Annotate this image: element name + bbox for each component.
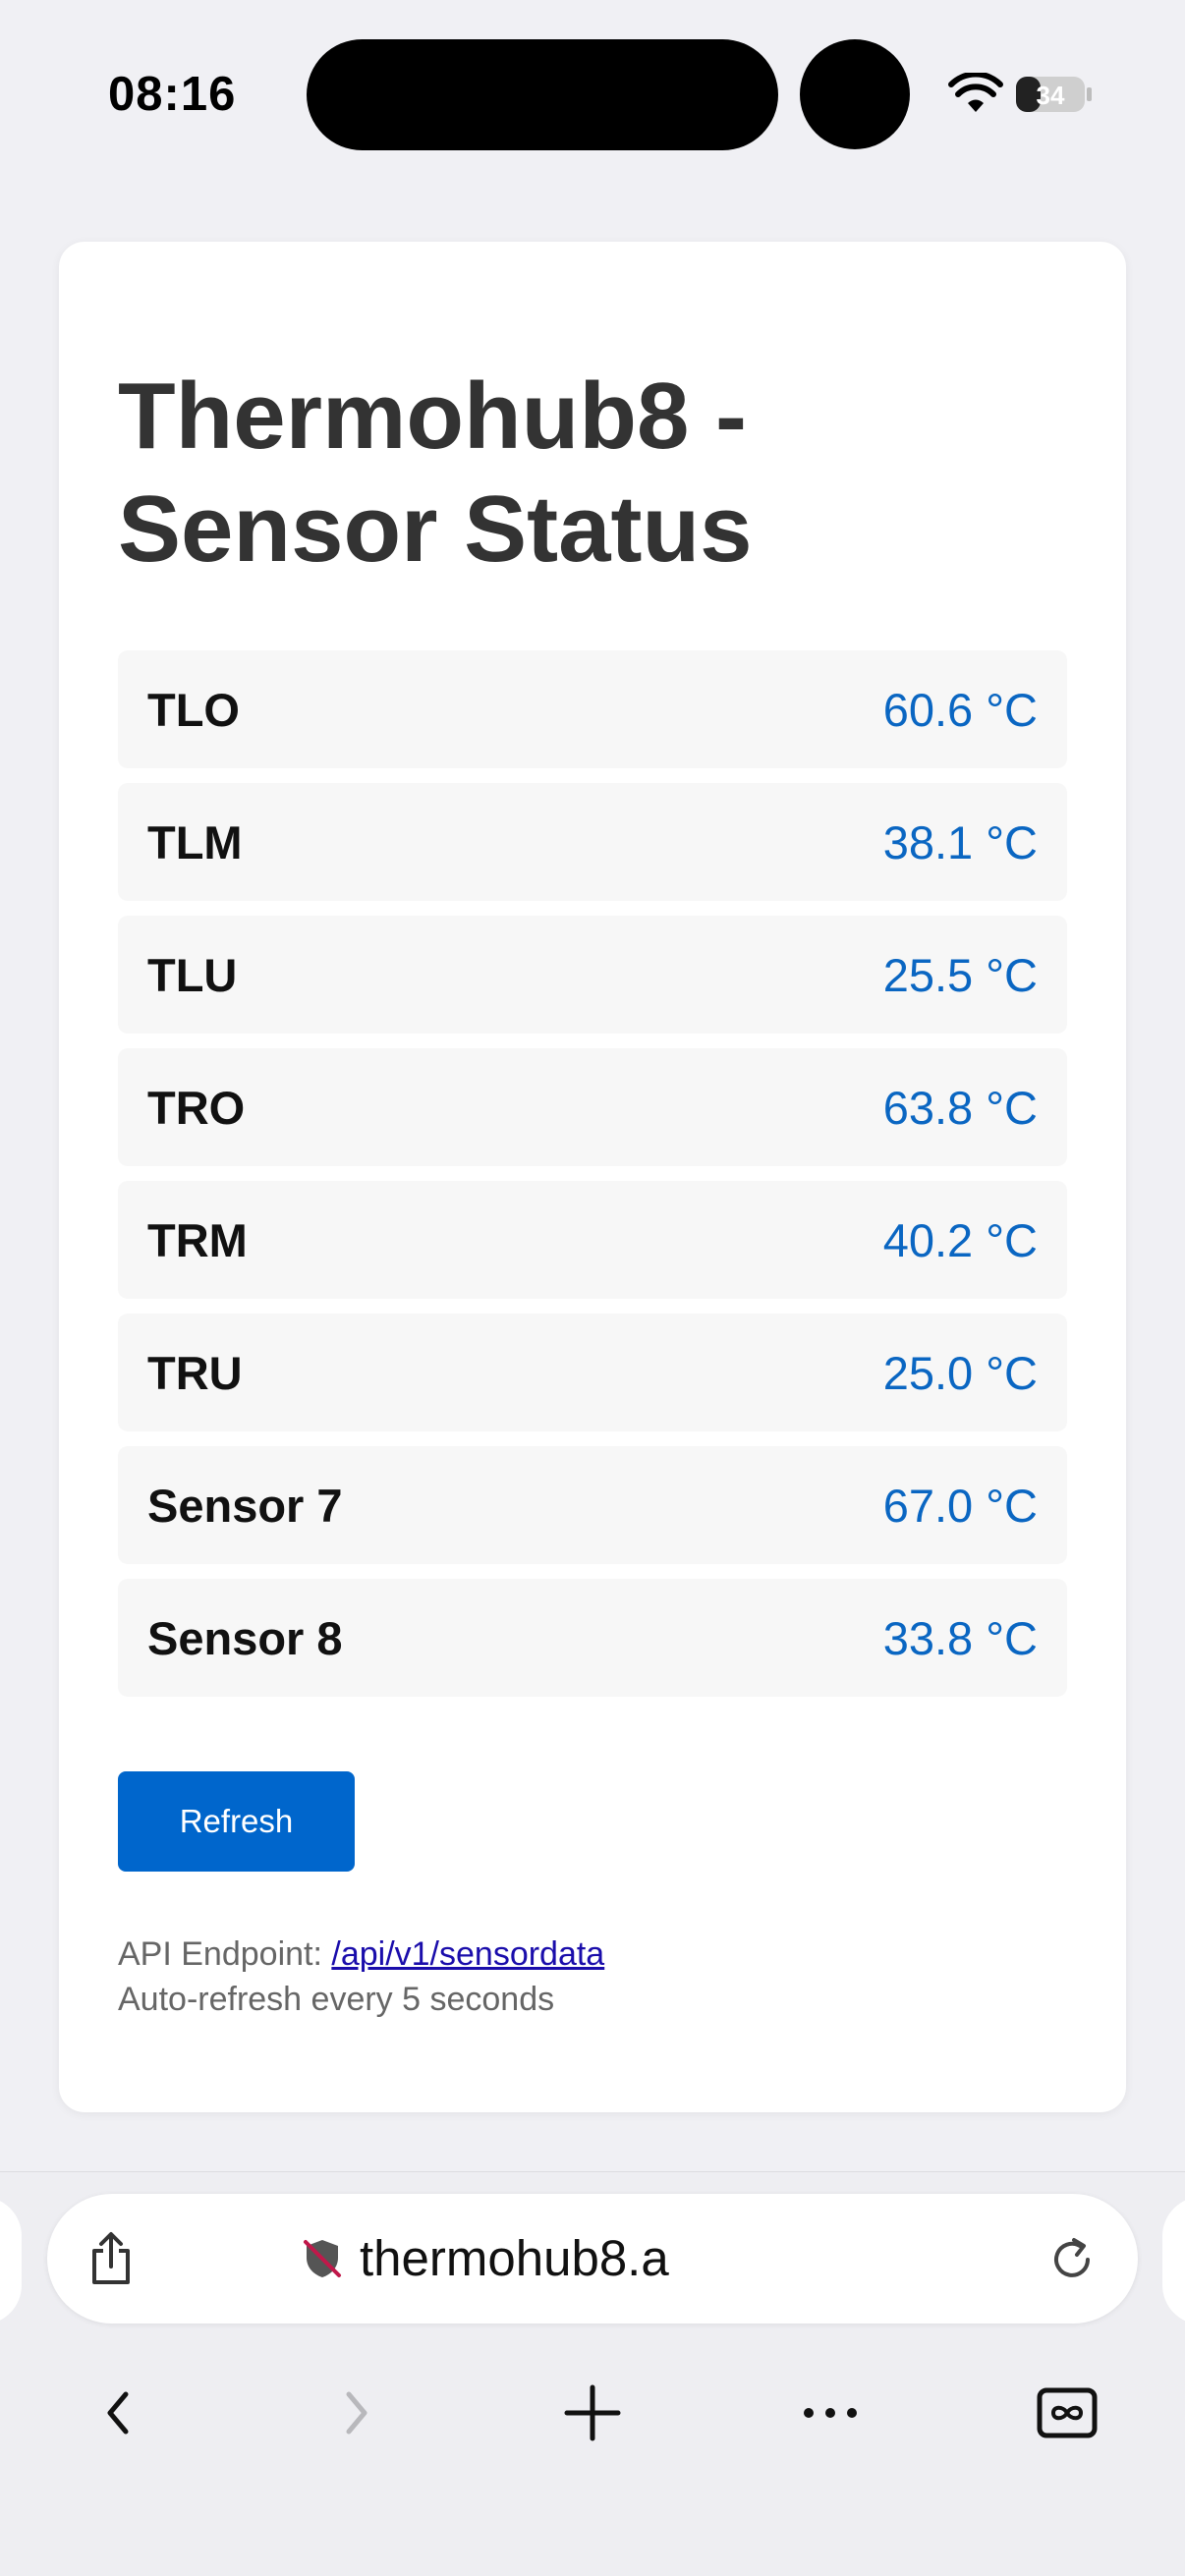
browser-chrome: thermohub8.a [0,2171,1185,2576]
sensor-name: TRO [147,1081,246,1134]
sensor-row-tlo: TLO 60.6 °C [118,650,1067,768]
battery-icon: 34 [1016,77,1092,112]
back-icon [107,2391,129,2435]
sensor-name: Sensor 8 [147,1611,343,1664]
tabs-button[interactable] [1033,2379,1101,2447]
address-bar[interactable]: thermohub8.a [47,2194,1138,2324]
api-info: API Endpoint: /api/v1/sensordata Auto-re… [118,1932,604,2022]
reload-icon[interactable] [1047,2235,1097,2284]
sensor-row-trm: TRM 40.2 °C [118,1181,1067,1299]
refresh-button[interactable]: Refresh [118,1771,355,1872]
more-icon [804,2408,857,2418]
api-endpoint-line: API Endpoint: /api/v1/sensordata [118,1932,604,1977]
page-title: Thermohub8 - Sensor Status [118,364,753,582]
sensor-value: 63.8 °C [882,1081,1038,1134]
back-button[interactable] [84,2379,152,2447]
battery-level: 34 [1037,81,1065,110]
sensor-row-tlu: TLU 25.5 °C [118,916,1067,1034]
sensor-name: Sensor 7 [147,1479,343,1532]
status-bar: 08:16 34 [0,0,1185,192]
auto-refresh-note: Auto-refresh every 5 seconds [118,1981,555,2018]
status-time: 08:16 [108,68,237,121]
sensor-list: TLO 60.6 °C TLM 38.1 °C TLU 25.5 °C TRO … [118,650,1067,1711]
api-endpoint-label: API Endpoint: [118,1935,322,1973]
sensor-value: 38.1 °C [882,815,1038,868]
sensor-name: TRU [147,1346,243,1399]
forward-icon [346,2391,367,2435]
browser-toolbar [0,2359,1185,2467]
sensor-row-tlm: TLM 38.1 °C [118,783,1067,901]
new-tab-button[interactable] [558,2379,627,2447]
forward-button[interactable] [322,2379,391,2447]
share-icon[interactable] [86,2231,136,2286]
api-endpoint-link[interactable]: /api/v1/sensordata [331,1935,604,1973]
url-text[interactable]: thermohub8.a [360,2229,713,2288]
sensor-value: 40.2 °C [882,1213,1038,1266]
sensor-row-tro: TRO 63.8 °C [118,1048,1067,1166]
sensor-value: 25.0 °C [882,1346,1038,1399]
sensor-name: TLO [147,683,240,736]
sensor-name: TRM [147,1213,248,1266]
sensor-row-sensor-7: Sensor 7 67.0 °C [118,1446,1067,1564]
new-tab-icon [564,2384,621,2441]
sensor-value: 67.0 °C [882,1479,1038,1532]
camera-cutout [800,39,910,149]
sensor-name: TLU [147,948,238,1001]
sensor-row-tru: TRU 25.0 °C [118,1314,1067,1431]
dynamic-island [307,39,778,150]
sensor-row-sensor-8: Sensor 8 33.8 °C [118,1579,1067,1697]
previous-tab-peek[interactable] [0,2197,22,2324]
sensor-card: Thermohub8 - Sensor Status TLO 60.6 °C T… [59,242,1126,2112]
wifi-icon [948,73,1003,112]
next-tab-peek[interactable] [1162,2197,1185,2324]
more-button[interactable] [796,2379,865,2447]
sensor-value: 60.6 °C [882,683,1038,736]
tabs-icon [1037,2387,1098,2438]
privacy-icon[interactable] [301,2237,344,2280]
sensor-value: 25.5 °C [882,948,1038,1001]
sensor-value: 33.8 °C [882,1611,1038,1664]
sensor-name: TLM [147,815,243,868]
